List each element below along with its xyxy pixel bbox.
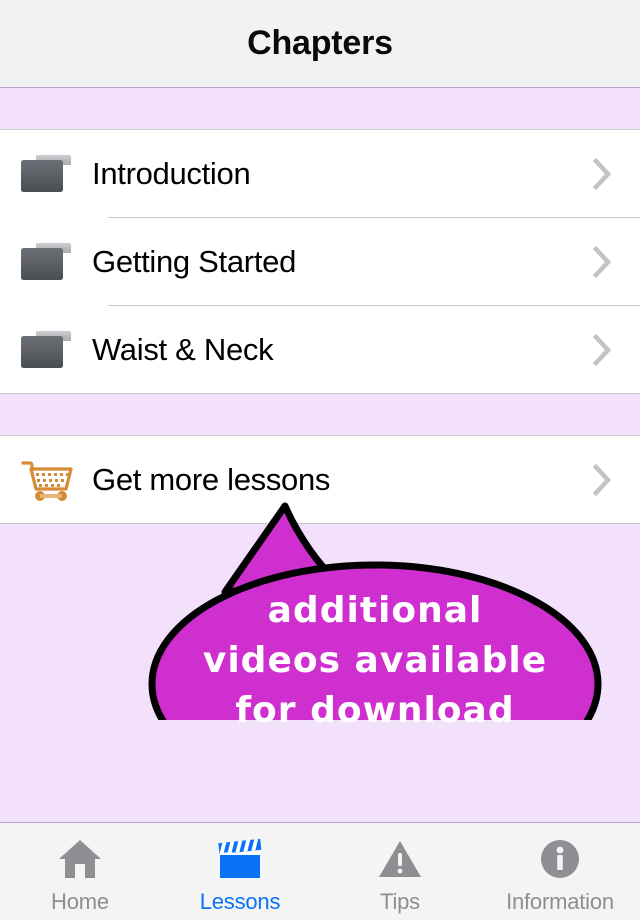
list-item-label: Waist & Neck [92, 332, 274, 367]
list-item-label: Get more lessons [92, 462, 331, 497]
chapters-list[interactable]: Introduction Getting Started Waist & Nec… [0, 88, 640, 822]
tab-label: Home [51, 888, 109, 914]
section-header-chapters [0, 88, 640, 130]
tab-information[interactable]: Information [480, 823, 640, 920]
chevron-right-icon [592, 333, 612, 367]
page-title: Chapters [247, 24, 393, 62]
row-separator [0, 523, 640, 524]
list-item-label: Getting Started [92, 244, 297, 279]
list-item-waist-and-neck[interactable]: Waist & Neck [0, 306, 640, 394]
chevron-right-icon [592, 157, 612, 191]
tab-tips[interactable]: Tips [320, 823, 480, 920]
tab-label: Tips [380, 888, 420, 914]
row-separator [0, 393, 640, 394]
list-item-getting-started[interactable]: Getting Started [0, 218, 640, 306]
list-item-get-more-lessons[interactable]: Get more lessons [0, 436, 640, 524]
warning-triangle-icon [377, 835, 423, 883]
tab-bar: Home Lessons Tips Information [0, 822, 640, 920]
chapters-section-group: Introduction Getting Started Waist & Nec… [0, 130, 640, 394]
folder-icon [18, 240, 80, 284]
chevron-right-icon [592, 463, 612, 497]
folder-icon [18, 328, 80, 372]
clapperboard-icon [217, 835, 263, 883]
shopping-cart-icon [18, 457, 80, 503]
folder-icon [18, 152, 80, 196]
tab-label: Lessons [199, 888, 281, 914]
info-circle-icon [537, 835, 583, 883]
section-header-store [0, 394, 640, 436]
chevron-right-icon [592, 245, 612, 279]
app-screen: Chapters Introduction Getting Started Wa… [0, 0, 640, 920]
tab-lessons[interactable]: Lessons [160, 823, 320, 920]
list-item-label: Introduction [92, 156, 251, 191]
store-section-group: Get more lessons [0, 436, 640, 524]
navigation-bar: Chapters [0, 0, 640, 88]
house-icon [57, 835, 103, 883]
list-item-introduction[interactable]: Introduction [0, 130, 640, 218]
tab-label: Information [506, 888, 614, 914]
tab-home[interactable]: Home [0, 823, 160, 920]
